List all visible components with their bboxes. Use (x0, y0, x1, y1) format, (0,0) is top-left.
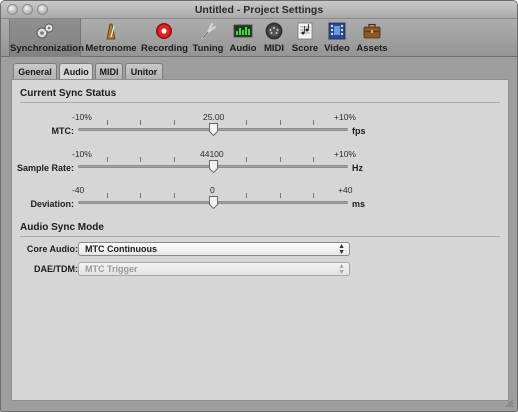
toolbar-midi-label: MIDI (263, 43, 285, 54)
recording-icon (156, 23, 172, 39)
popup-arrows-icon: ▲ ▼ (338, 243, 345, 256)
sample-rate-value: 44100 (200, 149, 224, 159)
deviation-tick (280, 193, 281, 198)
core-audio-label: Core Audio: (26, 244, 78, 254)
title-bar: Untitled - Project Settings (1, 1, 517, 19)
dae-tdm-label: DAE/TDM: (34, 264, 78, 274)
video-icon (328, 22, 346, 40)
toolbar-metronome-label: Metronome (85, 43, 137, 54)
sample-rate-slider-thumb (209, 160, 218, 173)
sample-rate-min-label: -10% (72, 149, 92, 159)
toolbar-tuning[interactable]: Tuning (191, 19, 225, 57)
dae-tdm-value: MTC Trigger (85, 264, 138, 274)
toolbar-midi[interactable]: MIDI (261, 19, 287, 57)
mtc-min-label: -10% (72, 112, 92, 122)
current-sync-status-heading: Current Sync Status (20, 88, 117, 99)
deviation-label: Deviation: (30, 199, 74, 209)
mtc-tick (280, 120, 281, 125)
toolbar-audio-label: Audio (229, 43, 257, 54)
resize-grip-icon[interactable] (504, 398, 514, 408)
project-settings-window: Untitled - Project Settings Synchronizat… (0, 0, 518, 412)
sample-rate-tick (280, 157, 281, 162)
deviation-unit: ms (352, 199, 366, 209)
mtc-max-label: +10% (334, 112, 356, 122)
sample-rate-tick (313, 157, 314, 162)
deviation-value: 0 (210, 185, 215, 195)
dae-tdm-popup[interactable]: MTC Trigger ▲ ▼ (78, 262, 350, 276)
deviation-max-label: +40 (338, 185, 353, 195)
sample-rate-label: Sample Rate: (16, 163, 74, 173)
deviation-tick (107, 193, 108, 198)
deviation-min-label: -40 (72, 185, 85, 195)
toolbar-recording-label: Recording (141, 43, 188, 54)
sample-rate-tick (246, 157, 247, 162)
audio-sync-panel: Current Sync Status -10% 25.00 +10% MTC:… (11, 79, 509, 401)
toolbar-score-label: Score (291, 43, 319, 54)
toolbar-score[interactable]: Score (291, 19, 319, 57)
toolbar-video[interactable]: Video (322, 19, 352, 57)
core-audio-value: MTC Continuous (85, 244, 157, 254)
window-title: Untitled - Project Settings (194, 4, 324, 16)
mtc-tick (140, 120, 141, 125)
mtc-tick (313, 120, 314, 125)
sample-rate-tick (107, 157, 108, 162)
assets-icon (363, 23, 381, 39)
toolbar-audio[interactable]: Audio (229, 19, 257, 57)
toolbar-synchronization[interactable]: Synchronization (9, 19, 84, 57)
midi-icon (265, 22, 283, 40)
tuning-fork-icon (202, 23, 216, 39)
mtc-tick (107, 120, 108, 125)
mtc-tick (246, 120, 247, 125)
audio-icon (233, 24, 253, 38)
synchronization-icon (36, 23, 54, 39)
tab-midi[interactable]: MIDI (95, 63, 123, 80)
score-icon (297, 22, 313, 40)
sample-rate-unit: Hz (352, 163, 363, 173)
mtc-label: MTC: (51, 126, 75, 136)
toolbar: Synchronization Metronome Recording Tuni… (1, 19, 517, 57)
sample-rate-tick (174, 157, 175, 162)
core-audio-popup[interactable]: MTC Continuous ▲ ▼ (78, 242, 350, 256)
toolbar-recording[interactable]: Recording (141, 19, 188, 57)
toolbar-synchronization-label: Synchronization (10, 43, 84, 54)
mtc-unit: fps (352, 126, 366, 136)
section-divider (20, 236, 500, 237)
toolbar-assets-label: Assets (356, 43, 388, 54)
deviation-slider-thumb (209, 196, 218, 209)
tab-unitor[interactable]: Unitor (125, 63, 163, 80)
popup-arrows-icon: ▲ ▼ (338, 263, 345, 276)
deviation-tick (140, 193, 141, 198)
metronome-icon (106, 23, 116, 40)
mtc-tick (174, 120, 175, 125)
toolbar-metronome[interactable]: Metronome (85, 19, 137, 57)
sample-rate-tick (140, 157, 141, 162)
mtc-value: 25.00 (203, 112, 225, 122)
toolbar-tuning-label: Tuning (192, 43, 224, 54)
deviation-tick (246, 193, 247, 198)
sample-rate-max-label: +10% (334, 149, 356, 159)
toolbar-assets[interactable]: Assets (355, 19, 389, 57)
mtc-slider-thumb (209, 123, 218, 136)
audio-sync-mode-heading: Audio Sync Mode (20, 222, 104, 233)
deviation-tick (174, 193, 175, 198)
section-divider (20, 102, 500, 103)
toolbar-video-label: Video (324, 43, 350, 54)
tab-general[interactable]: General (13, 63, 57, 80)
deviation-tick (313, 193, 314, 198)
